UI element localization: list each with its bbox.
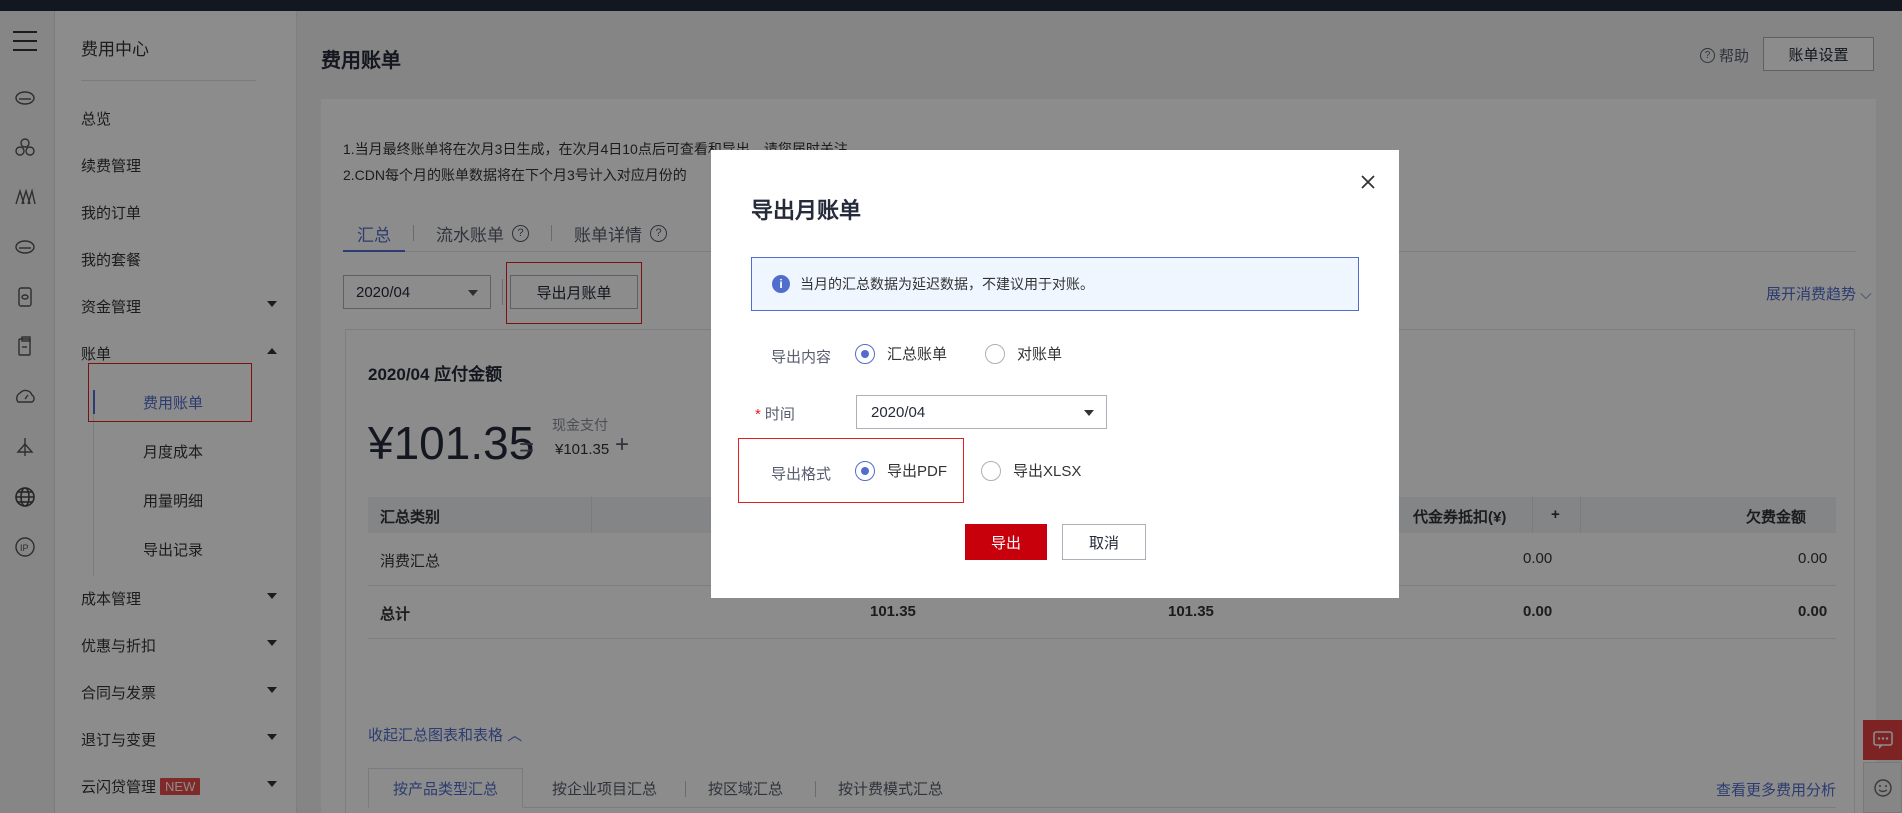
export-content-label: 导出内容 [771, 349, 832, 366]
dialog-title: 导出月账单 [751, 198, 862, 223]
radio-reconciliation-bill[interactable]: 对账单 [985, 343, 1062, 364]
required-marker: * [755, 406, 761, 423]
cancel-button[interactable]: 取消 [1062, 524, 1146, 560]
info-text: 当月的汇总数据为延迟数据，不建议用于对账。 [800, 276, 1094, 292]
radio-summary-bill[interactable]: 汇总账单 [855, 343, 947, 364]
info-alert: i 当月的汇总数据为延迟数据，不建议用于对账。 [751, 257, 1359, 311]
radio-label: 汇总账单 [887, 346, 948, 363]
radio-unselected-icon [985, 343, 1005, 364]
time-label-text: 时间 [764, 406, 795, 423]
radio-label: 对账单 [1017, 346, 1063, 363]
info-icon: i [772, 275, 790, 293]
radio-selected-icon [855, 343, 875, 364]
time-label: * 时间 [755, 403, 795, 424]
radio-unselected-icon [981, 460, 1001, 481]
time-value: 2020/04 [871, 403, 926, 421]
export-button[interactable]: 导出 [965, 524, 1047, 560]
close-icon[interactable] [1357, 171, 1379, 193]
time-select[interactable]: 2020/04 [856, 395, 1107, 429]
radio-label: 导出XLSX [1013, 463, 1082, 480]
radio-export-xlsx[interactable]: 导出XLSX [981, 460, 1081, 481]
highlight-box [738, 438, 964, 503]
caret-down-icon [1084, 410, 1094, 416]
export-monthly-bill-dialog: 导出月账单 i 当月的汇总数据为延迟数据，不建议用于对账。 导出内容 汇总账单 … [711, 150, 1399, 598]
